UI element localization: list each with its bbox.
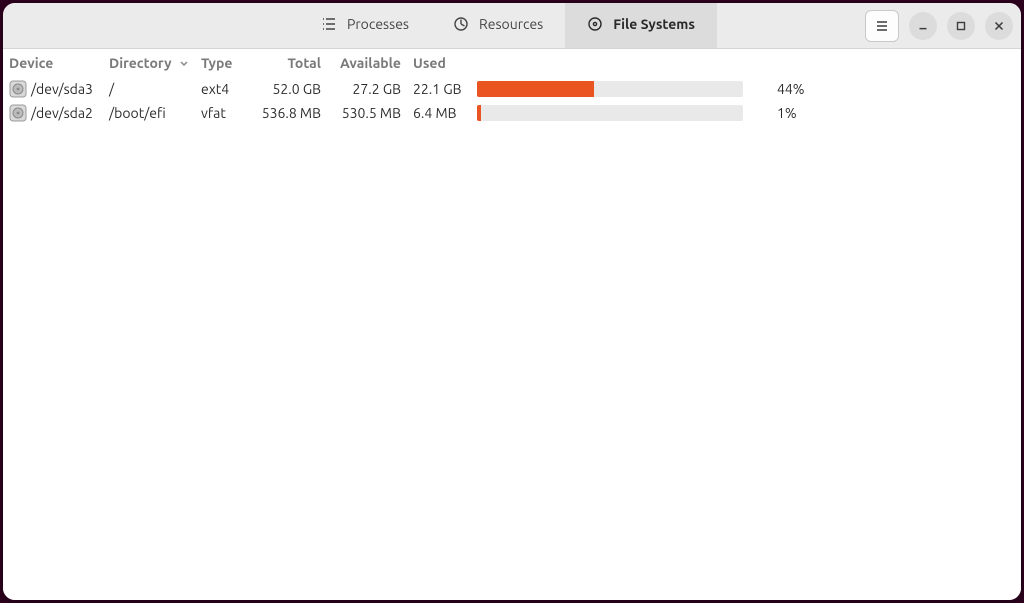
- total-size: 536.8 MB: [247, 101, 327, 125]
- device-name: /dev/sda3: [31, 81, 93, 97]
- column-header-directory[interactable]: Directory: [103, 49, 195, 77]
- filesystems-table-container: Device Directory Type Total Available Us…: [3, 49, 1021, 600]
- tab-label: Resources: [479, 16, 543, 32]
- column-header-used[interactable]: Used: [407, 49, 471, 77]
- total-size: 52.0 GB: [247, 77, 327, 101]
- column-header-total[interactable]: Total: [247, 49, 327, 77]
- tab-label: File Systems: [613, 16, 695, 32]
- fs-type: vfat: [195, 101, 247, 125]
- usage-bar: [471, 101, 749, 125]
- view-switcher: Processes Resources: [299, 3, 717, 48]
- hamburger-menu-button[interactable]: [865, 10, 899, 42]
- resources-icon: [453, 16, 469, 32]
- table-row[interactable]: /dev/sda3 /ext452.0 GB27.2 GB22.1 GB 44%: [3, 77, 1021, 101]
- column-header-device[interactable]: Device: [3, 49, 103, 77]
- tab-processes[interactable]: Processes: [299, 3, 431, 48]
- mount-directory: /: [103, 77, 195, 101]
- sort-indicator-icon: [179, 55, 189, 71]
- disk-icon: [9, 104, 27, 122]
- fs-type: ext4: [195, 77, 247, 101]
- usage-percent: 1%: [749, 101, 1021, 125]
- tab-label: Processes: [347, 16, 409, 32]
- usage-percent: 44%: [749, 77, 1021, 101]
- column-label: Directory: [109, 55, 172, 71]
- column-header-available[interactable]: Available: [327, 49, 407, 77]
- usage-bar: [471, 77, 749, 101]
- available-size: 27.2 GB: [327, 77, 407, 101]
- available-size: 530.5 MB: [327, 101, 407, 125]
- close-button[interactable]: [985, 12, 1013, 40]
- device-name: /dev/sda2: [31, 105, 93, 121]
- table-row[interactable]: /dev/sda2/boot/efivfat536.8 MB530.5 MB6.…: [3, 101, 1021, 125]
- minimize-button[interactable]: [909, 12, 937, 40]
- maximize-button[interactable]: [947, 12, 975, 40]
- tab-file-systems[interactable]: File Systems: [565, 3, 717, 48]
- header-bar: Processes Resources: [3, 3, 1021, 49]
- header-controls: [717, 3, 1021, 48]
- processes-icon: [321, 16, 337, 32]
- filesystems-icon: [587, 16, 603, 32]
- disk-icon: [9, 80, 27, 98]
- used-size: 6.4 MB: [407, 101, 471, 125]
- filesystems-table: Device Directory Type Total Available Us…: [3, 49, 1021, 125]
- used-size: 22.1 GB: [407, 77, 471, 101]
- tab-resources[interactable]: Resources: [431, 3, 565, 48]
- mount-directory: /boot/efi: [103, 101, 195, 125]
- window: Processes Resources: [3, 3, 1021, 600]
- column-header-type[interactable]: Type: [195, 49, 247, 77]
